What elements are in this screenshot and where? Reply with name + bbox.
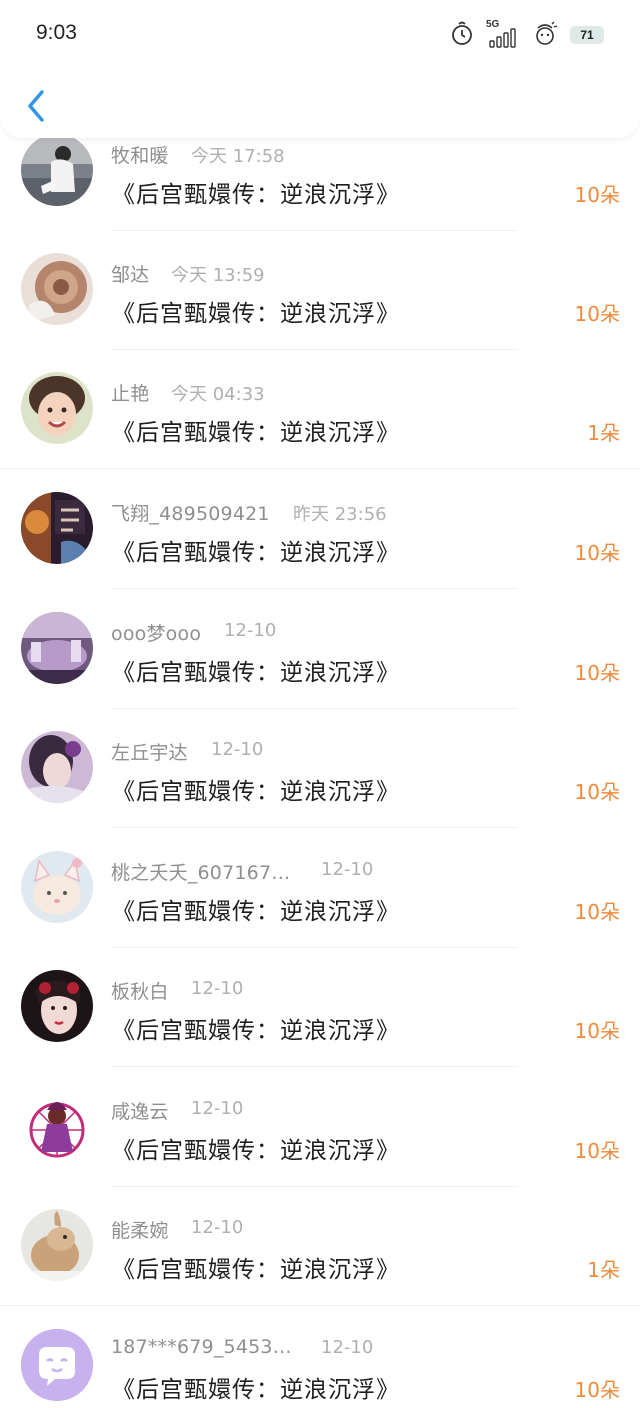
- list-item[interactable]: 左丘宇达 12-10 《后宫甄嬛传：逆浪沉浮》 10朵: [0, 708, 640, 828]
- book-title[interactable]: 《后宫甄嬛传：逆浪沉浮》: [112, 175, 400, 209]
- gift-count: 1朵: [587, 1258, 620, 1282]
- gift-count: 10朵: [574, 541, 620, 565]
- user-name[interactable]: 桃之夭夭_607167…: [111, 858, 290, 885]
- gift-time: 12-10: [191, 1098, 244, 1119]
- status-icons: 5G 71: [450, 18, 604, 52]
- book-title[interactable]: 《后宫甄嬛传：逆浪沉浮》: [112, 294, 400, 328]
- book-title[interactable]: 《后宫甄嬛传：逆浪沉浮》: [112, 1370, 400, 1404]
- back-button[interactable]: [20, 86, 54, 126]
- list-item[interactable]: 止艳 今天 04:33 《后宫甄嬛传：逆浪沉浮》 1朵: [0, 349, 640, 469]
- gift-time: 今天 04:33: [171, 384, 265, 405]
- book-title[interactable]: 《后宫甄嬛传：逆浪沉浮》: [112, 413, 400, 447]
- avatar[interactable]: [21, 492, 93, 564]
- user-name[interactable]: 止艳: [111, 379, 149, 406]
- gift-time: 12-10: [321, 1337, 374, 1358]
- avatar[interactable]: [21, 851, 93, 923]
- gift-count: 10朵: [574, 1019, 620, 1043]
- user-name[interactable]: 左丘宇达: [111, 738, 188, 765]
- avatar[interactable]: [21, 612, 93, 684]
- list-item[interactable]: 咸逸云 12-10 《后宫甄嬛传：逆浪沉浮》 10朵: [0, 1067, 640, 1187]
- gift-time: 12-10: [211, 739, 264, 760]
- gift-count: 10朵: [574, 661, 620, 685]
- status-time: 9:03: [36, 21, 77, 44]
- book-title[interactable]: 《后宫甄嬛传：逆浪沉浮》: [112, 1131, 400, 1165]
- avatar[interactable]: [21, 1090, 93, 1162]
- book-title[interactable]: 《后宫甄嬛传：逆浪沉浮》: [112, 1250, 400, 1284]
- battery-level: 71: [580, 28, 594, 42]
- avatar[interactable]: [21, 134, 93, 206]
- user-name[interactable]: 邹达: [111, 260, 149, 287]
- book-title[interactable]: 《后宫甄嬛传：逆浪沉浮》: [112, 533, 400, 567]
- gift-time: 12-10: [191, 1217, 244, 1238]
- book-title[interactable]: 《后宫甄嬛传：逆浪沉浮》: [112, 772, 400, 806]
- signal-icon: 5G: [486, 19, 520, 49]
- list-item[interactable]: ooo梦ooo 12-10 《后宫甄嬛传：逆浪沉浮》 10朵: [0, 589, 640, 709]
- gift-time: 12-10: [224, 620, 277, 641]
- user-name[interactable]: ooo梦ooo: [111, 619, 201, 646]
- alarm-icon: [450, 20, 474, 50]
- gift-time: 今天 13:59: [171, 265, 265, 286]
- avatar[interactable]: [21, 970, 93, 1042]
- wifi-pet-icon: [532, 20, 558, 50]
- user-name[interactable]: 牧和暖: [111, 141, 169, 168]
- list-item[interactable]: 邹达 今天 13:59 《后宫甄嬛传：逆浪沉浮》 10朵: [0, 230, 640, 350]
- top-bar: 9:03 5G 71: [0, 0, 640, 138]
- gift-time: 12-10: [191, 978, 244, 999]
- user-name[interactable]: 飞翔_489509421: [111, 499, 270, 526]
- avatar[interactable]: [21, 372, 93, 444]
- list-item[interactable]: 187***679_5453… 12-10 《后宫甄嬛传：逆浪沉浮》 10朵: [0, 1306, 640, 1408]
- book-title[interactable]: 《后宫甄嬛传：逆浪沉浮》: [112, 1011, 400, 1045]
- avatar[interactable]: [21, 1329, 93, 1401]
- avatar[interactable]: [21, 253, 93, 325]
- chevron-left-icon: [28, 90, 44, 122]
- gift-time: 今天 17:58: [191, 146, 285, 167]
- gift-count: 10朵: [574, 900, 620, 924]
- gift-count: 10朵: [574, 1139, 620, 1163]
- user-name[interactable]: 板秋白: [111, 977, 169, 1004]
- gift-count: 10朵: [574, 780, 620, 804]
- avatar[interactable]: [21, 1209, 93, 1281]
- list-item[interactable]: 飞翔_489509421 昨天 23:56 《后宫甄嬛传：逆浪沉浮》 10朵: [0, 469, 640, 589]
- book-title[interactable]: 《后宫甄嬛传：逆浪沉浮》: [112, 653, 400, 687]
- gift-count: 10朵: [574, 302, 620, 326]
- gift-records-screen: 牧和暖 今天 17:58 《后宫甄嬛传：逆浪沉浮》 10朵 邹达 今天 13:5…: [0, 0, 640, 1408]
- gift-time: 昨天 23:56: [293, 504, 387, 525]
- gift-count: 10朵: [574, 1378, 620, 1402]
- list-item[interactable]: 桃之夭夭_607167… 12-10 《后宫甄嬛传：逆浪沉浮》 10朵: [0, 828, 640, 948]
- avatar[interactable]: [21, 731, 93, 803]
- battery-icon: 71: [570, 26, 604, 44]
- gift-time: 12-10: [321, 859, 374, 880]
- user-name[interactable]: 能柔婉: [111, 1216, 169, 1243]
- user-name[interactable]: 咸逸云: [111, 1097, 169, 1124]
- gift-count: 1朵: [587, 421, 620, 445]
- list-item[interactable]: 能柔婉 12-10 《后宫甄嬛传：逆浪沉浮》 1朵: [0, 1186, 640, 1306]
- user-name[interactable]: 187***679_5453…: [111, 1336, 292, 1358]
- list-item[interactable]: 板秋白 12-10 《后宫甄嬛传：逆浪沉浮》 10朵: [0, 947, 640, 1067]
- gift-count: 10朵: [574, 183, 620, 207]
- book-title[interactable]: 《后宫甄嬛传：逆浪沉浮》: [112, 892, 400, 926]
